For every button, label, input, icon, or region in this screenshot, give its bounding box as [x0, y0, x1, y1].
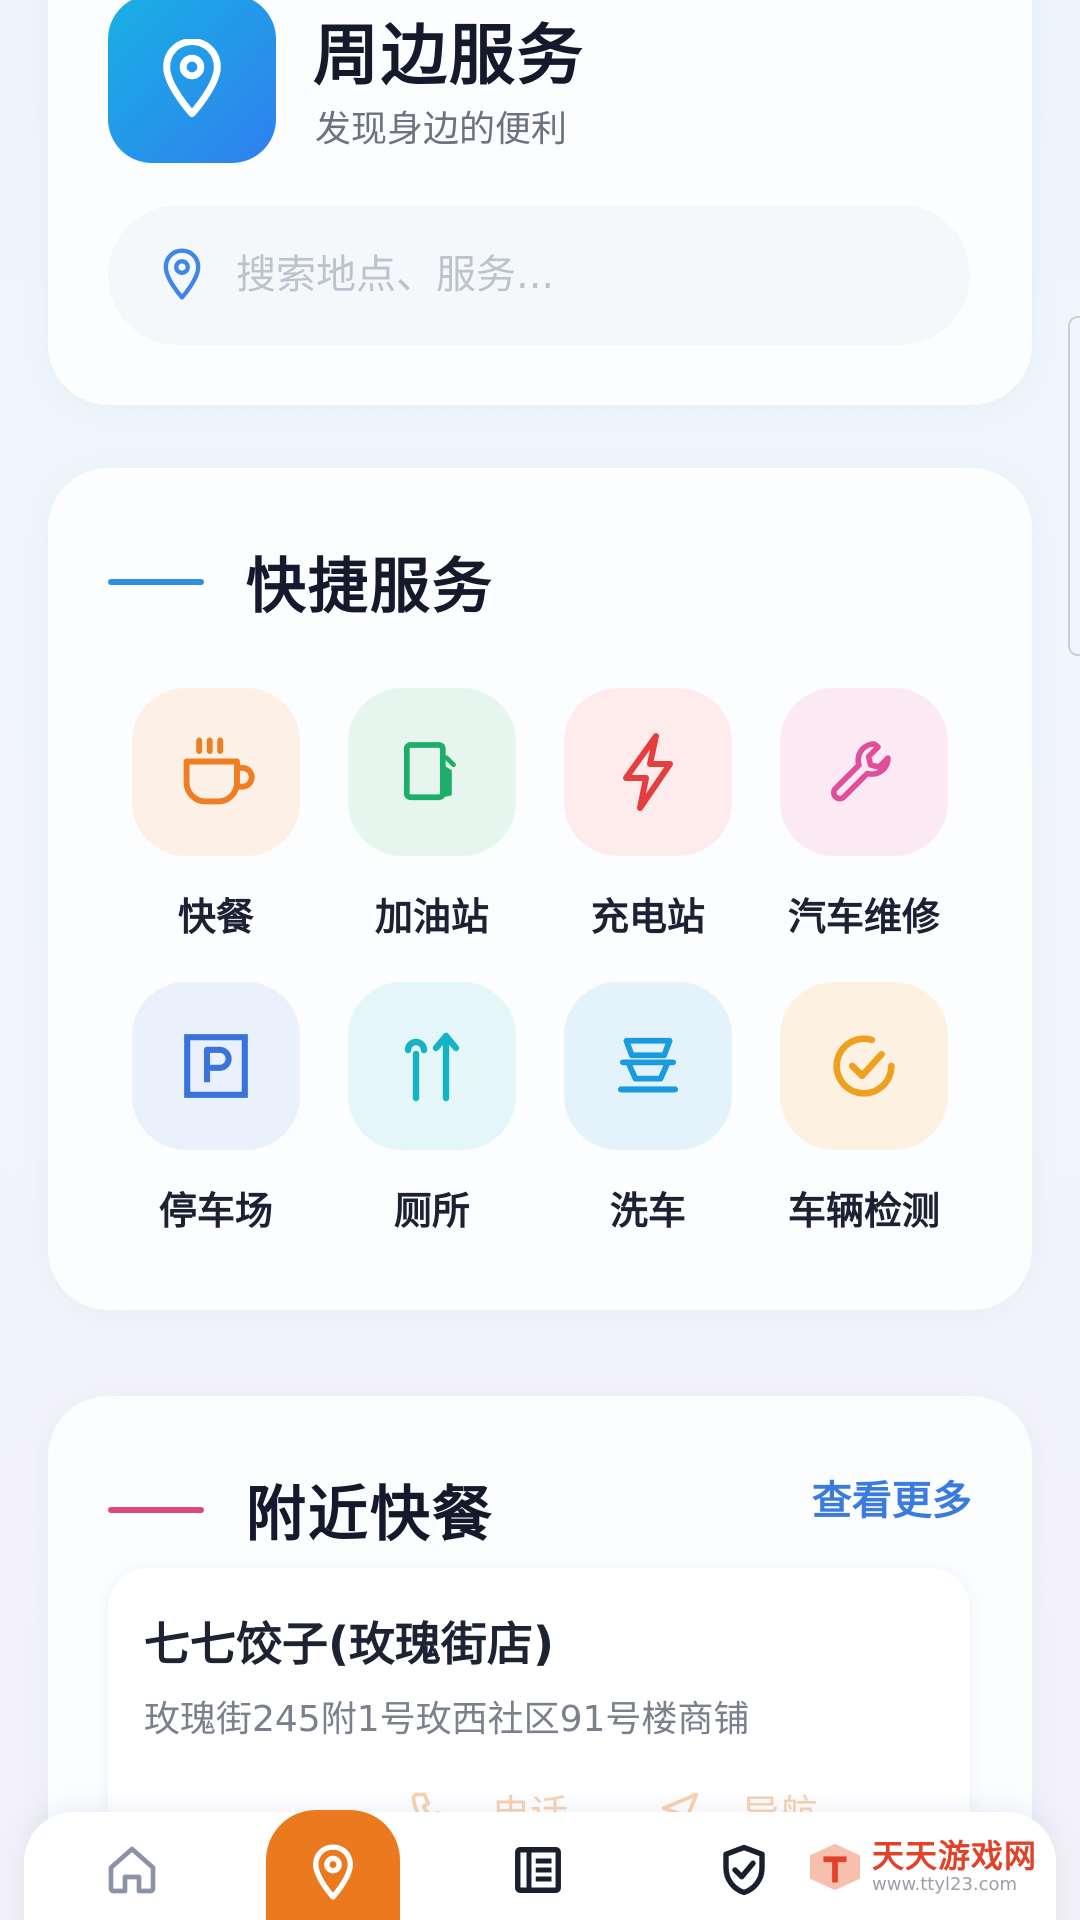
service-tile[interactable]: [132, 688, 300, 856]
service-fast-food[interactable]: 快餐: [108, 688, 324, 941]
service-label: 充电站: [590, 895, 705, 939]
wrench-icon: [831, 741, 891, 802]
list-icon: [515, 1847, 561, 1893]
watermark-text: 天天游戏网 www.ttyl23.com: [872, 1840, 1037, 1894]
watermark-title: 天天游戏网: [872, 1837, 1038, 1875]
service-tile[interactable]: [780, 688, 948, 856]
nav-home[interactable]: [102, 1840, 162, 1900]
quick-services-card: 快捷服务 快餐 加油站 充电站 汽车维修 停车场 厕所 洗车 车辆检测: [48, 468, 1032, 1310]
search-input[interactable]: [234, 251, 878, 299]
shop-name: 七七饺子(玫瑰街店): [144, 1617, 555, 1671]
view-more-link[interactable]: 查看更多: [812, 1468, 972, 1526]
home-icon: [108, 1846, 156, 1894]
nav-security[interactable]: [714, 1840, 774, 1900]
location-pin-icon: [163, 248, 201, 300]
service-label: 洗车: [609, 1189, 686, 1233]
lightning-bolt-icon: [623, 733, 673, 811]
nearby-header: 附近快餐: [108, 1466, 494, 1553]
service-car-repair[interactable]: 汽车维修: [756, 688, 972, 941]
section-title: 附近快餐: [246, 1480, 494, 1550]
watermark: 天天游戏网 www.ttyl23.com: [806, 1840, 1037, 1894]
service-label: 厕所: [393, 1189, 470, 1233]
service-tile[interactable]: [780, 982, 948, 1150]
check-circle-icon: [833, 1035, 895, 1097]
service-tile[interactable]: [348, 688, 516, 856]
service-restroom[interactable]: 厕所: [324, 982, 540, 1235]
parking-icon: [184, 1034, 248, 1098]
shield-check-icon: [723, 1844, 765, 1896]
service-charging-station[interactable]: 充电站: [540, 688, 756, 941]
scrollbar[interactable]: [1068, 316, 1080, 656]
service-tile[interactable]: [132, 982, 300, 1150]
service-label: 加油站: [374, 895, 489, 939]
service-tile[interactable]: [348, 982, 516, 1150]
service-label: 快餐: [177, 895, 254, 939]
watermark-logo-icon: [809, 1843, 861, 1891]
shop-address: 玫瑰街245附1号玫西社区91号楼商铺: [144, 1699, 750, 1740]
service-parking[interactable]: 停车场: [108, 982, 324, 1235]
service-vehicle-inspection[interactable]: 车辆检测: [756, 982, 972, 1235]
nav-list[interactable]: [508, 1840, 568, 1900]
fuel-pump-icon: [403, 742, 456, 801]
location-pin-icon: [313, 1844, 353, 1900]
section-accent-bar: [108, 1506, 204, 1513]
section-title: 快捷服务: [246, 552, 494, 622]
quick-services-header: 快捷服务: [108, 538, 494, 625]
service-tile[interactable]: [564, 688, 732, 856]
watermark-url: www.ttyl23.com: [872, 1874, 1018, 1895]
search-bar[interactable]: [108, 205, 970, 345]
service-label: 停车场: [158, 1189, 273, 1233]
page-title: 周边服务: [313, 17, 585, 94]
service-label: 汽车维修: [787, 895, 940, 939]
service-tile[interactable]: [564, 982, 732, 1150]
location-pin-icon: [163, 39, 221, 118]
app-logo: [108, 0, 276, 163]
section-accent-bar: [108, 578, 204, 585]
nav-nearby[interactable]: [266, 1810, 400, 1920]
service-gas-station[interactable]: 加油站: [324, 688, 540, 941]
service-label: 车辆检测: [787, 1189, 940, 1233]
header-card: 周边服务 发现身边的便利: [48, 0, 1032, 405]
service-car-wash[interactable]: 洗车: [540, 982, 756, 1235]
car-wash-icon: [617, 1037, 679, 1093]
page-subtitle: 发现身边的便利: [315, 109, 568, 150]
restroom-icon: [404, 1032, 460, 1102]
coffee-cup-icon: [183, 737, 255, 805]
